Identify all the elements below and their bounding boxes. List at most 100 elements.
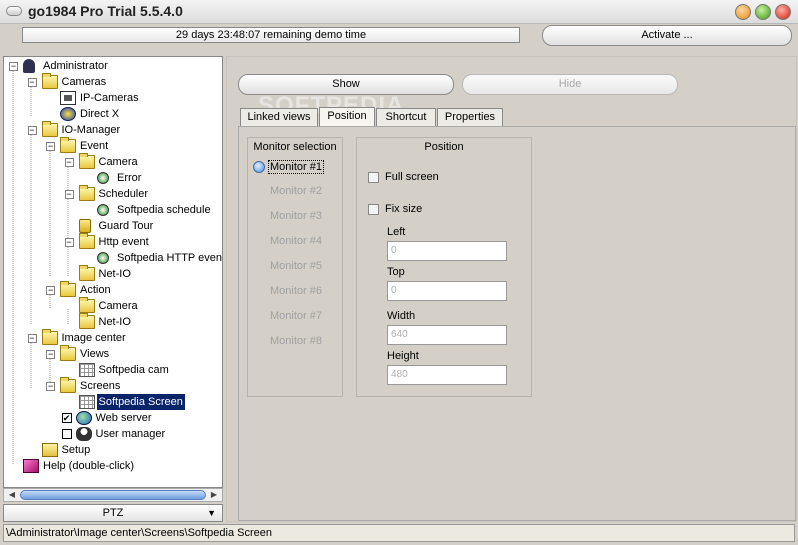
tree-item[interactable]: Direct X bbox=[4, 106, 222, 122]
folder-icon bbox=[41, 329, 58, 345]
tree-item-label: Screens bbox=[80, 380, 121, 392]
width-label: Width bbox=[387, 310, 416, 322]
folder-icon bbox=[41, 121, 58, 137]
window-menu-icon[interactable] bbox=[6, 6, 22, 16]
full-screen-checkbox[interactable] bbox=[368, 172, 379, 183]
monitor-selection-title: Monitor selection bbox=[253, 141, 337, 153]
chevron-down-icon: ▼ bbox=[207, 508, 216, 518]
position-group: Position bbox=[356, 137, 532, 397]
monitor-item[interactable]: Monitor #6 bbox=[270, 285, 322, 297]
tab-properties[interactable]: Properties bbox=[437, 108, 503, 126]
tab-shortcut[interactable]: Shortcut bbox=[376, 108, 436, 126]
window-title: go1984 Pro Trial 5.5.4.0 bbox=[28, 3, 183, 19]
position-group-title: Position bbox=[424, 141, 464, 153]
tree-item-label: Camera bbox=[98, 156, 138, 168]
demo-time-bar: 29 days 23:48:07 remaining demo time bbox=[22, 27, 520, 43]
tree-item-label: User manager bbox=[95, 428, 166, 440]
tree-item[interactable]: User manager bbox=[4, 426, 222, 442]
monitor-item[interactable]: Monitor #7 bbox=[270, 310, 322, 322]
hide-button[interactable]: Hide bbox=[462, 74, 678, 95]
tree-item[interactable]: − Cameras bbox=[4, 73, 222, 90]
tree-item-label: Direct X bbox=[80, 108, 120, 120]
collapse-icon[interactable]: − bbox=[27, 334, 37, 343]
folder-icon bbox=[60, 281, 76, 297]
tree-item-label: Event bbox=[80, 140, 109, 152]
tree-item-label: Net-IO bbox=[98, 268, 131, 280]
collapse-icon[interactable]: − bbox=[46, 350, 55, 359]
tree-item[interactable]: Softpedia cam bbox=[4, 362, 222, 378]
left-input[interactable]: 0 bbox=[387, 241, 507, 261]
tree-item[interactable]: Error bbox=[4, 170, 222, 186]
maximize-button[interactable] bbox=[755, 4, 771, 20]
tree-item-label: Views bbox=[80, 348, 110, 360]
fix-size-checkbox[interactable] bbox=[368, 204, 379, 215]
height-input[interactable]: 480 bbox=[387, 365, 507, 385]
folder-icon bbox=[78, 185, 95, 201]
monitor-item[interactable]: Monitor #4 bbox=[270, 235, 322, 247]
close-button[interactable] bbox=[775, 4, 791, 20]
tab-position[interactable]: Position bbox=[319, 107, 375, 127]
camera-icon bbox=[60, 91, 76, 105]
tree-item[interactable]: − Scheduler bbox=[4, 185, 222, 202]
tree-item[interactable]: − Camera bbox=[4, 153, 222, 170]
globe-icon bbox=[75, 411, 92, 425]
top-label: Top bbox=[387, 266, 405, 278]
folder-icon bbox=[60, 137, 76, 153]
tree-item[interactable]: − Administrator bbox=[4, 58, 222, 74]
tree-item[interactable]: Net-IO bbox=[4, 313, 222, 330]
collapse-icon[interactable]: − bbox=[46, 142, 55, 151]
monitor-item[interactable]: Monitor #2 bbox=[270, 185, 322, 197]
collapse-icon[interactable]: − bbox=[46, 382, 55, 391]
enable-checkbox[interactable]: ✔ bbox=[61, 413, 72, 423]
navigation-tree[interactable]: − Administrator − Cameras IP-Cameras Direct X… bbox=[3, 56, 223, 488]
collapse-icon[interactable]: − bbox=[27, 126, 37, 135]
folder-icon bbox=[78, 297, 95, 313]
monitor-item[interactable]: Monitor #1 bbox=[268, 160, 324, 174]
activate-button[interactable]: Activate ... bbox=[542, 25, 792, 46]
tree-item-label: Setup bbox=[61, 444, 91, 456]
enable-checkbox[interactable] bbox=[61, 429, 72, 439]
collapse-icon[interactable]: − bbox=[64, 158, 74, 167]
tree-item[interactable]: Softpedia schedule bbox=[4, 202, 222, 218]
collapse-icon[interactable]: − bbox=[9, 62, 18, 71]
tab-linked-views[interactable]: Linked views bbox=[240, 108, 318, 126]
tree-horizontal-scrollbar[interactable]: ◀ ▶ bbox=[3, 488, 223, 502]
monitor-item[interactable]: Monitor #5 bbox=[270, 260, 322, 272]
tree-item[interactable]: Setup bbox=[4, 442, 222, 458]
tree-item[interactable]: Guard Tour bbox=[4, 218, 222, 234]
tree-item[interactable]: Camera bbox=[4, 297, 222, 314]
scrollbar-thumb[interactable] bbox=[20, 490, 206, 500]
monitor-item[interactable]: Monitor #3 bbox=[270, 210, 322, 222]
tree-item[interactable]: − Views bbox=[4, 345, 222, 362]
scroll-right-arrow-icon[interactable]: ▶ bbox=[207, 489, 221, 501]
tree-item[interactable]: − Image center bbox=[4, 329, 222, 346]
collapse-icon[interactable]: − bbox=[64, 190, 74, 199]
monitor-radio-icon[interactable] bbox=[253, 161, 265, 173]
collapse-icon[interactable]: − bbox=[27, 78, 37, 87]
width-input[interactable]: 640 bbox=[387, 325, 507, 345]
monitor-item[interactable]: Monitor #8 bbox=[270, 335, 322, 347]
tree-item-label: Guard Tour bbox=[98, 220, 154, 232]
tree-item-label: Image center bbox=[61, 332, 126, 344]
tree-item[interactable]: − Http event bbox=[4, 233, 222, 250]
ptz-dropdown[interactable]: PTZ ▼ bbox=[3, 504, 223, 522]
minimize-button[interactable] bbox=[735, 4, 751, 20]
tree-item-label: Action bbox=[80, 284, 111, 296]
tree-item[interactable]: − IO-Manager bbox=[4, 121, 222, 138]
tree-item[interactable]: − Screens bbox=[4, 377, 222, 394]
ptz-label: PTZ bbox=[102, 507, 124, 519]
tree-item[interactable]: Help (double-click) bbox=[4, 458, 222, 474]
tree-item[interactable]: Net-IO bbox=[4, 265, 222, 282]
collapse-icon[interactable]: − bbox=[46, 286, 55, 295]
top-input[interactable]: 0 bbox=[387, 281, 507, 301]
tree-item[interactable]: − Action bbox=[4, 281, 222, 298]
tree-item[interactable]: ✔ Web server bbox=[4, 410, 222, 426]
tree-item[interactable]: Softpedia Screen bbox=[4, 394, 222, 410]
directx-icon bbox=[60, 107, 76, 121]
tree-item[interactable]: Softpedia HTTP event bbox=[4, 250, 222, 266]
folder-icon bbox=[41, 73, 58, 89]
tree-item[interactable]: IP-Cameras bbox=[4, 90, 222, 106]
tree-item[interactable]: − Event bbox=[4, 137, 222, 154]
scroll-left-arrow-icon[interactable]: ◀ bbox=[5, 489, 19, 501]
collapse-icon[interactable]: − bbox=[64, 238, 74, 247]
